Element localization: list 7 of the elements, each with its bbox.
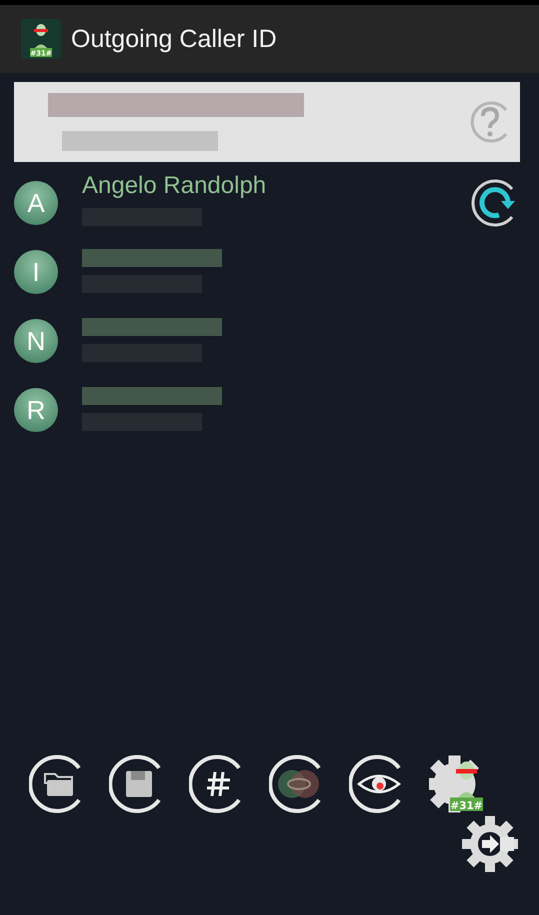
contact-avatar: A — [14, 181, 58, 225]
contact-avatar: R — [14, 388, 58, 432]
contact-avatar: N — [14, 319, 58, 363]
contact-avatar: I — [14, 250, 58, 294]
contact-name[interactable]: Angelo Randolph — [82, 172, 266, 200]
app-title: Outgoing Caller ID — [71, 24, 277, 54]
gear-arrow-icon[interactable] — [460, 814, 520, 874]
